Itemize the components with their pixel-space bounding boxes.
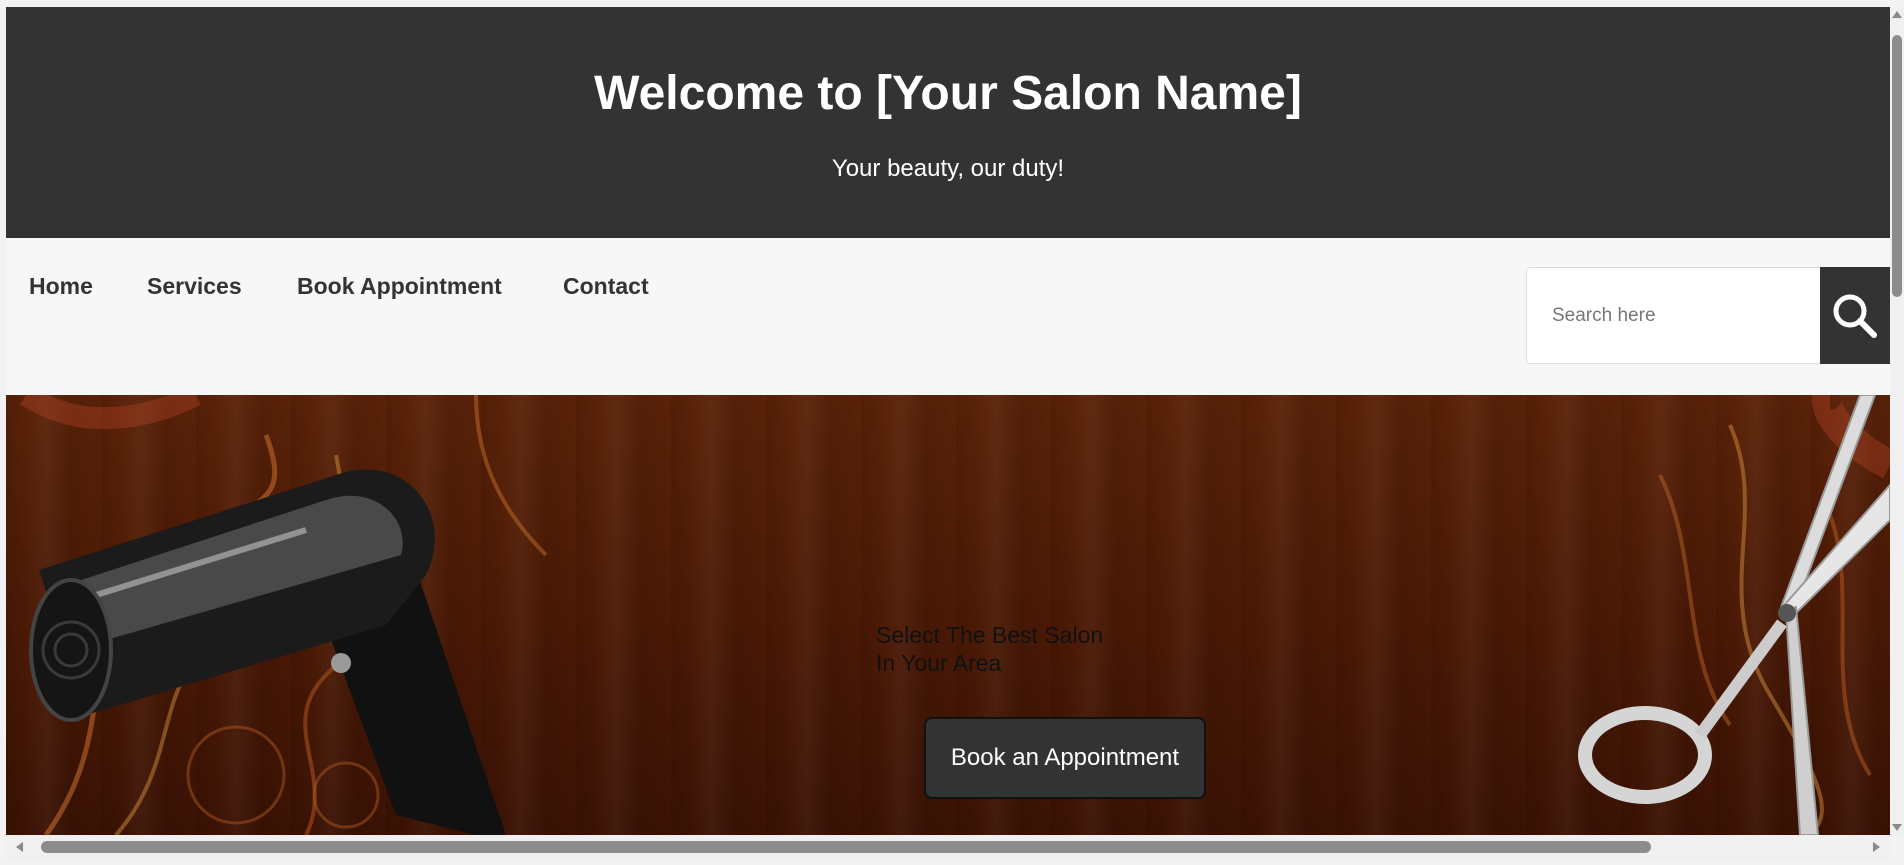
hero-headline-line-2: In Your Area (876, 650, 1002, 676)
site-header: Welcome to [Your Salon Name] Your beauty… (6, 7, 1890, 238)
search-icon (1833, 294, 1877, 338)
search-button[interactable] (1820, 267, 1890, 364)
site-tagline: Your beauty, our duty! (831, 155, 1065, 182)
vertical-scroll-thumb[interactable] (1892, 35, 1902, 297)
horizontal-scroll-thumb[interactable] (41, 841, 1651, 853)
scroll-left-arrow-icon[interactable] (16, 842, 23, 852)
nav-book-appointment[interactable]: Book Appointment (297, 275, 502, 298)
site-title: Welcome to [Your Salon Name] (594, 67, 1302, 120)
hair-dryer-image (19, 395, 548, 835)
hero-headline-line-1: Select The Best Salon (876, 622, 1104, 648)
search-input[interactable] (1526, 267, 1820, 364)
horizontal-scrollbar[interactable] (6, 835, 1890, 859)
scissors-image (1578, 395, 1890, 835)
vertical-scrollbar[interactable] (1890, 7, 1904, 835)
hero-banner: Select The Best Salon In Your Area Book … (6, 395, 1890, 835)
hero-headline: Select The Best Salon In Your Area (876, 621, 1196, 677)
scroll-up-arrow-icon[interactable] (1892, 11, 1902, 18)
nav-contact[interactable]: Contact (563, 275, 649, 298)
scroll-down-arrow-icon[interactable] (1892, 824, 1902, 831)
scroll-right-arrow-icon[interactable] (1873, 842, 1880, 852)
nav-home[interactable]: Home (29, 275, 93, 298)
page-viewport: Welcome to [Your Salon Name] Your beauty… (6, 7, 1890, 835)
nav-services[interactable]: Services (147, 275, 242, 298)
book-appointment-button[interactable]: Book an Appointment (924, 717, 1206, 799)
